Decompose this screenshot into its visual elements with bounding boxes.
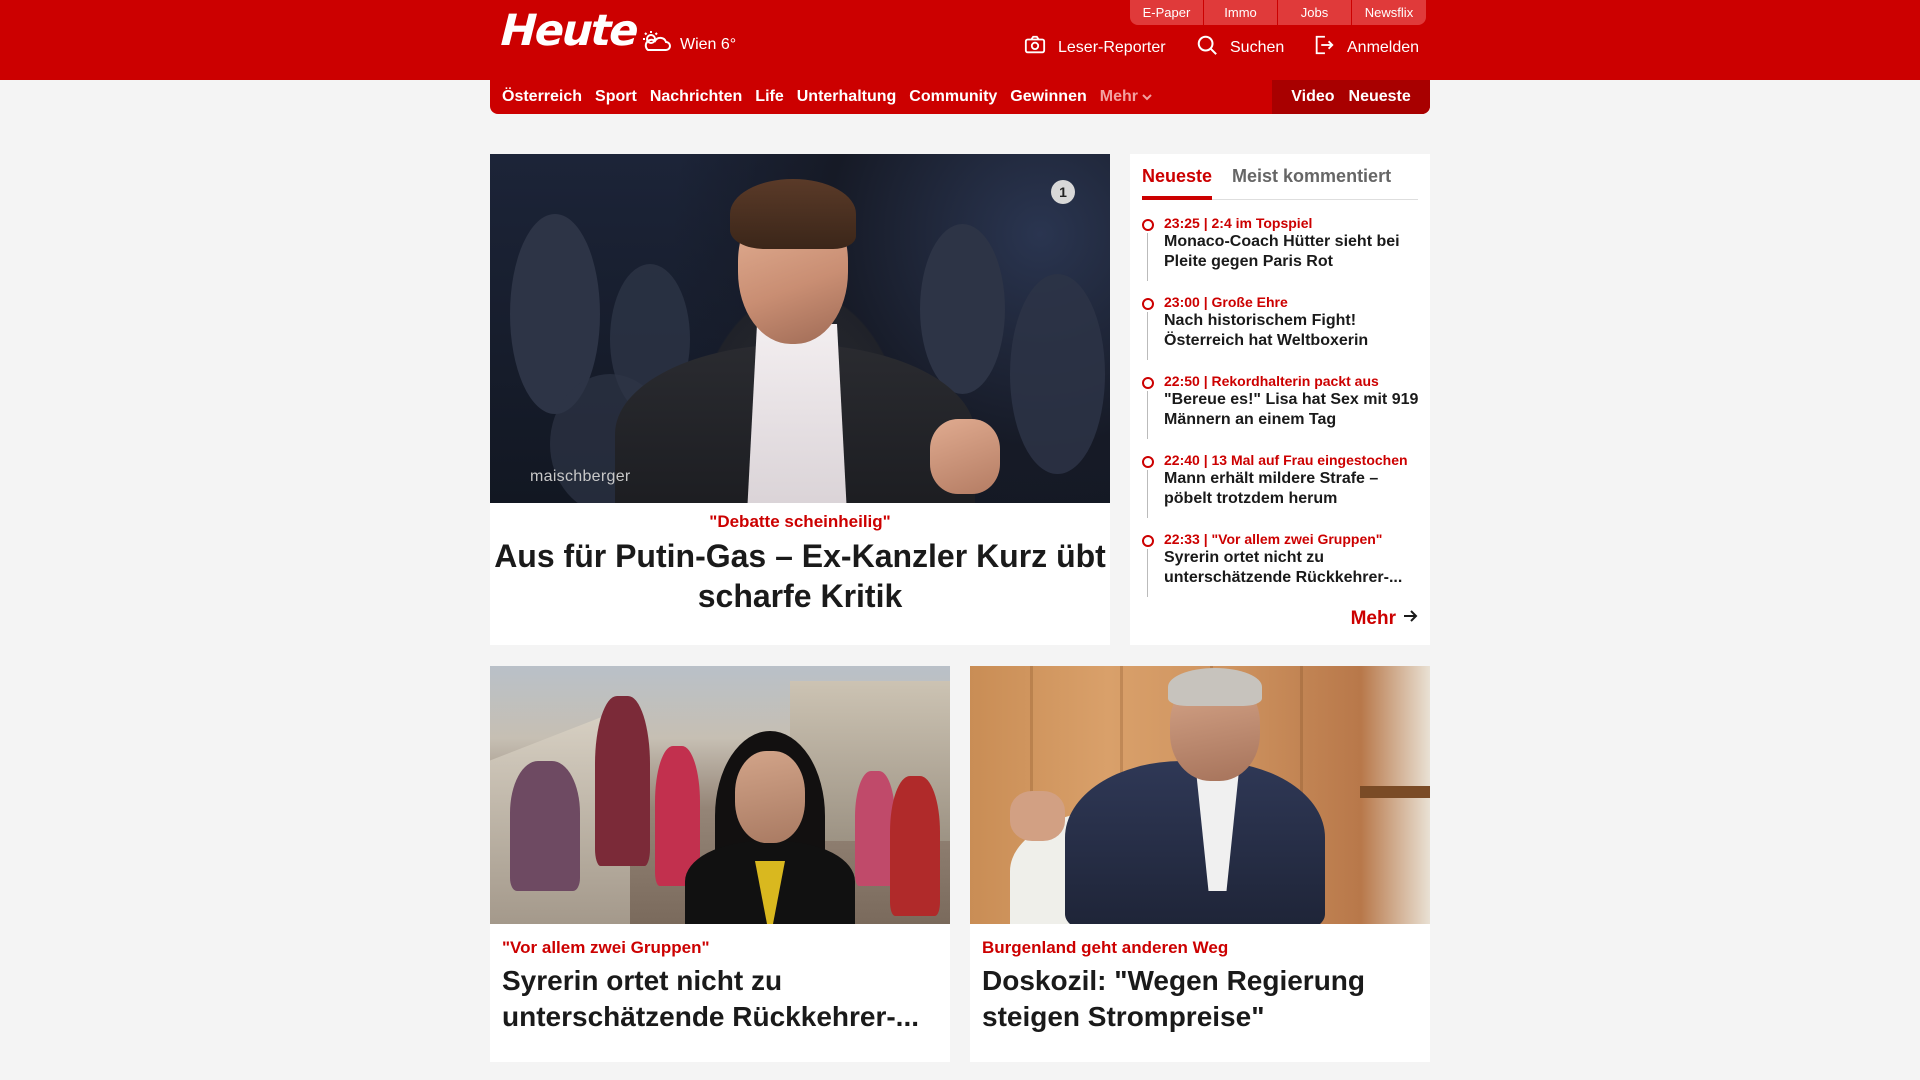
list-item-title[interactable]: Monaco-Coach Hütter sieht bei Pleite geg…: [1164, 232, 1422, 272]
nav-item-nachrichten[interactable]: Nachrichten: [650, 88, 742, 106]
latest-more-link[interactable]: Mehr: [1351, 608, 1418, 630]
list-item-title[interactable]: Nach historischem Fight! Österreich hat …: [1164, 311, 1422, 351]
list-item-meta: 22:40 | 13 Mal auf Frau eingestochen: [1164, 452, 1408, 468]
tab-meist-kommentiert[interactable]: Meist kommentiert: [1232, 162, 1391, 199]
latest-tabs: Neueste Meist kommentiert: [1142, 162, 1418, 200]
login-label: Anmelden: [1347, 38, 1420, 56]
list-item-title[interactable]: "Bereue es!" Lisa hat Sex mit 919 Männer…: [1164, 390, 1422, 430]
tab-immo[interactable]: Immo: [1204, 0, 1278, 25]
list-item[interactable]: 23:25 | 2:4 im Topspiel Monaco-Coach Hüt…: [1142, 214, 1422, 293]
list-item[interactable]: 22:40 | 13 Mal auf Frau eingestochen Man…: [1142, 451, 1422, 530]
chevron-down-icon: [1142, 88, 1152, 106]
list-item[interactable]: 23:00 | Große Ehre Nach historischem Fig…: [1142, 293, 1422, 372]
article-headline[interactable]: Syrerin ortet nicht zu unterschätzende R…: [502, 963, 932, 1035]
article-image[interactable]: [490, 666, 950, 924]
nav-right-group: Video Neueste: [1272, 80, 1430, 114]
search-label: Suchen: [1230, 38, 1285, 56]
tab-jobs[interactable]: Jobs: [1278, 0, 1352, 25]
list-item[interactable]: 22:50 | Rekordhalterin packt aus "Bereue…: [1142, 372, 1422, 451]
latest-more-label: Mehr: [1350, 608, 1396, 629]
login-icon: [1313, 34, 1335, 61]
nav-more-dropdown[interactable]: Mehr: [1100, 88, 1152, 106]
leser-reporter-label: Leser-Reporter: [1058, 38, 1166, 56]
nav-item-community[interactable]: Community: [909, 88, 997, 106]
hero-article[interactable]: maischberger 1 "Debatte scheinheilig" Au…: [490, 154, 1110, 645]
list-item-title[interactable]: Mann erhält mildere Strafe – pöbelt trot…: [1164, 469, 1422, 509]
nav-item-gewinnen[interactable]: Gewinnen: [1010, 88, 1086, 106]
channel-logo: 1: [1051, 180, 1075, 204]
latest-list: 23:25 | 2:4 im Topspiel Monaco-Coach Hüt…: [1142, 214, 1422, 609]
nav-item-oesterreich[interactable]: Österreich: [502, 88, 582, 106]
image-watermark: maischberger: [530, 468, 631, 485]
nav-item-life[interactable]: Life: [755, 88, 783, 106]
service-tabs: E-Paper Immo Jobs Newsflix: [1130, 0, 1426, 25]
weather-widget[interactable]: Wien 6°: [640, 30, 736, 59]
article-card[interactable]: "Vor allem zwei Gruppen" Syrerin ortet n…: [490, 666, 950, 1062]
tab-neueste[interactable]: Neueste: [1142, 162, 1213, 200]
nav-item-unterhaltung[interactable]: Unterhaltung: [797, 88, 897, 106]
article-headline[interactable]: Doskozil: "Wegen Regierung steigen Strom…: [982, 963, 1412, 1035]
article-kicker: "Vor allem zwei Gruppen": [502, 938, 710, 957]
weather-text: Wien 6°: [680, 35, 737, 53]
search-button[interactable]: Suchen: [1196, 34, 1284, 61]
cloud-sun-icon: [640, 30, 672, 59]
nav-more-label: Mehr: [1099, 88, 1138, 105]
hero-image[interactable]: maischberger 1: [490, 154, 1110, 503]
list-item-meta: 22:50 | Rekordhalterin packt aus: [1164, 373, 1379, 389]
login-button[interactable]: Anmelden: [1313, 34, 1419, 61]
hero-kicker: "Debatte scheinheilig": [709, 512, 891, 531]
list-item-meta: 23:25 | 2:4 im Topspiel: [1164, 215, 1313, 231]
list-item[interactable]: 22:33 | "Vor allem zwei Gruppen" Syrerin…: [1142, 530, 1422, 609]
main-navigation: Österreich Sport Nachrichten Life Unterh…: [490, 80, 1430, 114]
list-item-meta: 23:00 | Große Ehre: [1164, 294, 1288, 310]
camera-icon: [1024, 34, 1046, 61]
leser-reporter-link[interactable]: Leser-Reporter: [1024, 34, 1166, 61]
latest-news-panel: Neueste Meist kommentiert 23:25 | 2:4 im…: [1130, 154, 1430, 645]
arrow-right-icon: [1402, 608, 1418, 630]
list-item-meta: 22:33 | "Vor allem zwei Gruppen": [1164, 531, 1383, 547]
list-item-title[interactable]: Syrerin ortet nicht zu unterschätzende R…: [1164, 548, 1422, 588]
tab-newsflix[interactable]: Newsflix: [1352, 0, 1426, 25]
nav-item-neueste[interactable]: Neueste: [1349, 88, 1411, 106]
site-logo[interactable]: Heute: [500, 6, 638, 56]
search-icon: [1196, 34, 1218, 61]
article-card[interactable]: Burgenland geht anderen Weg Doskozil: "W…: [970, 666, 1430, 1062]
hero-headline[interactable]: Aus für Putin-Gas – Ex-Kanzler Kurz übt …: [490, 536, 1110, 616]
site-header: Heute Wien 6° E-Paper Immo Jobs Newsflix…: [0, 0, 1920, 80]
nav-item-video[interactable]: Video: [1291, 88, 1334, 106]
tab-e-paper[interactable]: E-Paper: [1130, 0, 1204, 25]
nav-item-sport[interactable]: Sport: [595, 88, 637, 106]
article-kicker: Burgenland geht anderen Weg: [982, 938, 1229, 957]
article-image[interactable]: [970, 666, 1430, 924]
